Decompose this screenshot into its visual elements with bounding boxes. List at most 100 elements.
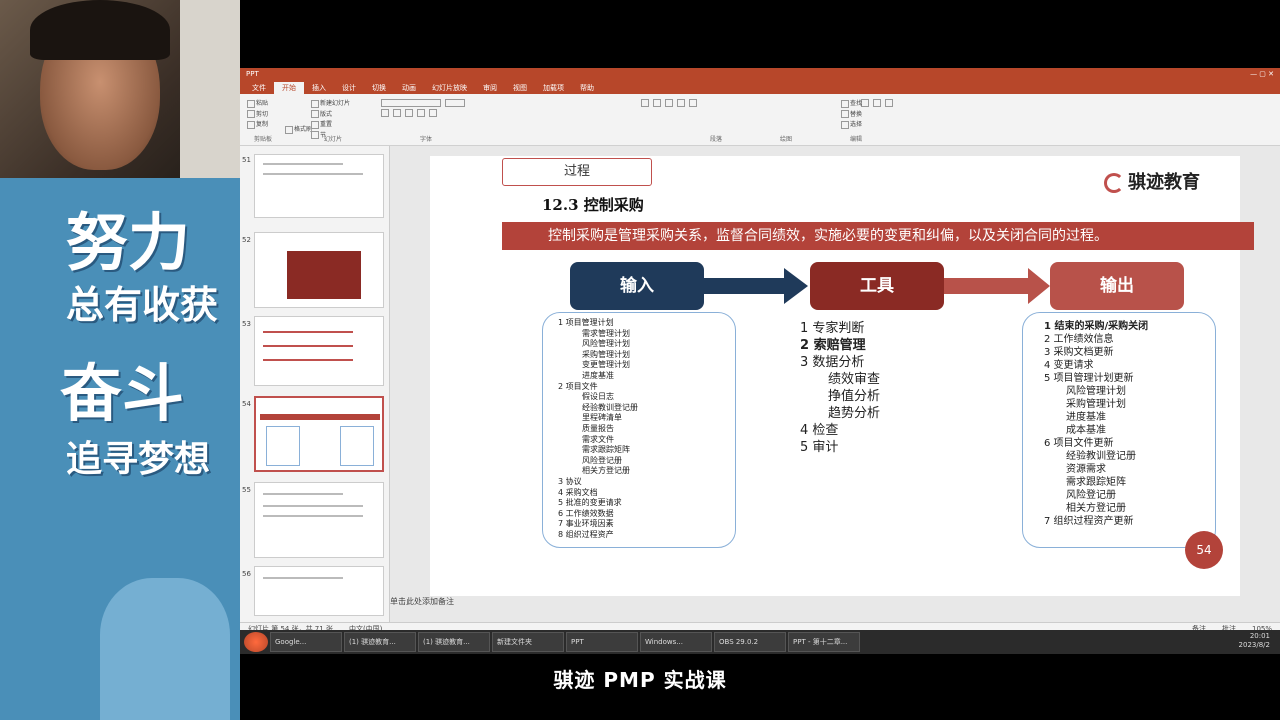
- find-button[interactable]: 查找: [840, 98, 862, 109]
- font-name-dropdown[interactable]: [381, 99, 441, 107]
- quick-styles-icon[interactable]: [884, 99, 893, 107]
- list-item: 2 索赔管理: [800, 338, 866, 353]
- tab-help[interactable]: 帮助: [572, 82, 602, 94]
- thumb-number: 56: [242, 570, 251, 578]
- thumb-line: [263, 345, 353, 347]
- tab-slideshow[interactable]: 幻灯片放映: [424, 82, 475, 94]
- slide-thumbnail-53[interactable]: [254, 316, 384, 386]
- motto-line-1: 努力: [66, 206, 191, 279]
- cut-button[interactable]: 剪切: [246, 109, 268, 120]
- italic-icon[interactable]: [392, 109, 401, 117]
- list-item: 4 变更请求: [1044, 360, 1094, 371]
- select-button[interactable]: 选择: [840, 119, 862, 130]
- slide-thumbnail-54[interactable]: [254, 396, 384, 472]
- font-color-icon[interactable]: [428, 109, 437, 117]
- list-item: 5 审计: [800, 440, 839, 455]
- tab-transitions[interactable]: 切换: [364, 82, 394, 94]
- taskbar-item[interactable]: 新建文件夹: [492, 632, 564, 652]
- font-group: [380, 98, 620, 118]
- align-center-icon[interactable]: [676, 99, 685, 107]
- bold-icon[interactable]: [381, 109, 389, 117]
- ribbon-group-label: 幻灯片: [324, 136, 343, 143]
- copy-button[interactable]: 复制: [246, 119, 268, 130]
- list-item: 进度基准: [1066, 412, 1106, 423]
- list-item: 3 采购文档更新: [1044, 347, 1114, 358]
- list-item: 7 组织过程资产更新: [1044, 516, 1134, 527]
- taskbar-item[interactable]: PPT: [566, 632, 638, 652]
- replace-button[interactable]: 替换: [840, 109, 862, 120]
- tab-view[interactable]: 视图: [505, 82, 535, 94]
- list-item: 成本基准: [1066, 425, 1106, 436]
- new-slide-icon: [311, 99, 319, 108]
- list-item: 1 项目管理计划: [558, 318, 614, 327]
- arrow-shape: [704, 268, 808, 304]
- slide-thumbnail-52[interactable]: [254, 232, 384, 308]
- taskbar-item[interactable]: Google...: [270, 632, 342, 652]
- list-item: 3 协议: [558, 476, 582, 486]
- numbering-icon[interactable]: [652, 99, 661, 107]
- inputs-list: 1 项目管理计划 需求管理计划 风险管理计划 采购管理计划 变更管理计划 进度基…: [558, 318, 638, 540]
- list-item: 6 项目文件更新: [1044, 438, 1114, 449]
- tab-insert[interactable]: 插入: [304, 82, 334, 94]
- underline-icon[interactable]: [404, 109, 413, 117]
- tab-design[interactable]: 设计: [334, 82, 364, 94]
- taskbar-item[interactable]: PPT - 第十二章...: [788, 632, 860, 652]
- font-size-dropdown[interactable]: [444, 99, 465, 107]
- slide-canvas[interactable]: 过程 12.3 控制采购 骐迹教育 控制采购是管理采购关系，监督合同绩效，实施必…: [430, 156, 1254, 596]
- list-item: 5 项目管理计划更新: [1044, 373, 1134, 384]
- slide-thumbnails-pane: 51 52 53 54 55 56: [240, 146, 390, 626]
- taskbar-item[interactable]: (1) 骐迹教育...: [418, 632, 490, 652]
- title-bar: PPT — ▢ ✕: [240, 68, 1280, 80]
- motto-panel: 努力 总有收获 奋斗 追寻梦想: [0, 178, 240, 720]
- align-right-icon[interactable]: [688, 99, 697, 107]
- format-painter-button[interactable]: 格式刷: [284, 124, 312, 135]
- system-tray-clock[interactable]: 20:01 2023/8/2: [1239, 632, 1270, 650]
- list-item: 挣值分析: [828, 389, 881, 404]
- clock-date: 2023/8/2: [1238, 641, 1270, 649]
- layout-button[interactable]: 版式: [310, 109, 350, 120]
- slide-thumbnail-51[interactable]: [254, 154, 384, 218]
- tab-animations[interactable]: 动画: [394, 82, 424, 94]
- tab-home[interactable]: 开始: [274, 82, 304, 94]
- brand-logo: 骐迹教育: [1104, 168, 1200, 194]
- ribbon-tabs: 文件 开始 插入 设计 切换 动画 幻灯片放映 审阅 视图 加载项 帮助: [240, 80, 1280, 94]
- list-item: 2 项目文件: [558, 381, 598, 391]
- tab-addins[interactable]: 加载项: [535, 82, 572, 94]
- taskbar-item[interactable]: (1) 骐迹教育...: [344, 632, 416, 652]
- list-item: 趋势分析: [828, 406, 881, 421]
- thumb-line: [263, 359, 353, 361]
- slide-thumbnail-55[interactable]: [254, 482, 384, 558]
- start-button[interactable]: [244, 632, 268, 652]
- taskbar-item[interactable]: Windows...: [640, 632, 712, 652]
- powerpoint-window: PPT — ▢ ✕ 文件 开始 插入 设计 切换 动画 幻灯片放映 审阅 视图 …: [240, 68, 1280, 648]
- clipboard-group: 粘贴 剪切 复制: [246, 98, 268, 130]
- notes-pane[interactable]: 单击此处添加备注: [390, 596, 454, 607]
- paste-button[interactable]: 粘贴: [246, 98, 268, 109]
- output-header: 输出: [1050, 262, 1184, 310]
- video-subtitle: 骐迹 PMP 实战课: [553, 668, 727, 692]
- arrow-tools-to-output: [944, 268, 1050, 304]
- arrange-icon[interactable]: [872, 99, 881, 107]
- taskbar-item[interactable]: OBS 29.0.2: [714, 632, 786, 652]
- tab-file[interactable]: 文件: [244, 82, 274, 94]
- list-item: 相关方登记册: [582, 466, 630, 476]
- align-left-icon[interactable]: [664, 99, 673, 107]
- list-item: 采购管理计划: [1066, 399, 1126, 410]
- list-item: 1 结束的采购/采购关闭: [1044, 321, 1149, 332]
- list-item: 相关方登记册: [1066, 503, 1126, 514]
- tools-header: 工具: [810, 262, 944, 310]
- ribbon-group-label: 编辑: [850, 136, 863, 143]
- clock-time: 20:01: [1249, 632, 1270, 640]
- tab-review[interactable]: 审阅: [475, 82, 505, 94]
- bullets-icon[interactable]: [641, 99, 649, 107]
- list-item: 需求跟踪矩阵: [1066, 477, 1126, 488]
- copy-icon: [247, 120, 255, 129]
- new-slide-button[interactable]: 新建幻灯片: [310, 98, 350, 109]
- thumb-banner: [260, 414, 380, 420]
- thumb-line: [263, 505, 363, 507]
- slide-thumbnail-56[interactable]: [254, 566, 384, 616]
- shapes-icon[interactable]: [861, 99, 869, 107]
- window-controls[interactable]: — ▢ ✕: [1250, 70, 1274, 78]
- reset-button[interactable]: 重置: [310, 119, 350, 130]
- strikethrough-icon[interactable]: [416, 109, 425, 117]
